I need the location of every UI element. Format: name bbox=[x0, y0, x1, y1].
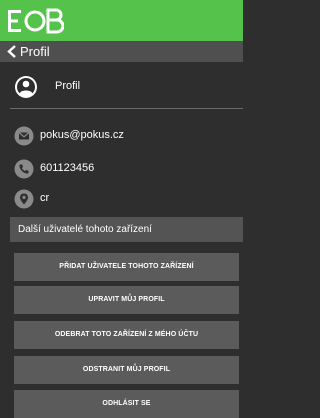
remove-device-button[interactable]: ODEBRAT TOTO ZAŘÍZENÍ Z MÉHO ÚČTU bbox=[14, 321, 239, 349]
envelope-icon bbox=[14, 126, 34, 146]
add-user-button[interactable]: PŘIDAT UŽIVATELE TOHOTO ZAŘÍZENÍ bbox=[14, 253, 239, 281]
user-circle-icon bbox=[15, 76, 37, 98]
phone-icon bbox=[14, 159, 34, 179]
other-users-label: Další uživatelé tohoto zařízení bbox=[18, 224, 152, 235]
logout-button[interactable]: ODHLÁSIT SE bbox=[14, 390, 239, 418]
profile-name: Profil bbox=[55, 80, 81, 92]
title-bar: Profil bbox=[0, 41, 243, 62]
email-value: pokus@pokus.cz bbox=[40, 129, 124, 141]
eob-logo-icon bbox=[6, 8, 64, 34]
email-row: pokus@pokus.cz bbox=[0, 126, 243, 148]
divider bbox=[10, 108, 243, 109]
page-title: Profil bbox=[20, 44, 50, 59]
other-users-section: Další uživatelé tohoto zařízení bbox=[10, 217, 243, 242]
brand-header bbox=[0, 0, 243, 41]
delete-profile-button[interactable]: ODSTRANIT MŮJ PROFIL bbox=[14, 356, 239, 384]
location-row: cr bbox=[0, 189, 243, 211]
location-value: cr bbox=[40, 192, 50, 204]
phone-row: 601123456 bbox=[0, 159, 243, 181]
phone-value: 601123456 bbox=[40, 162, 95, 174]
profile-header[interactable]: Profil bbox=[0, 62, 243, 110]
edit-profile-button[interactable]: UPRAVIT MŮJ PROFIL bbox=[14, 286, 239, 314]
chevron-left-icon[interactable] bbox=[6, 45, 18, 58]
location-pin-icon bbox=[14, 189, 34, 209]
